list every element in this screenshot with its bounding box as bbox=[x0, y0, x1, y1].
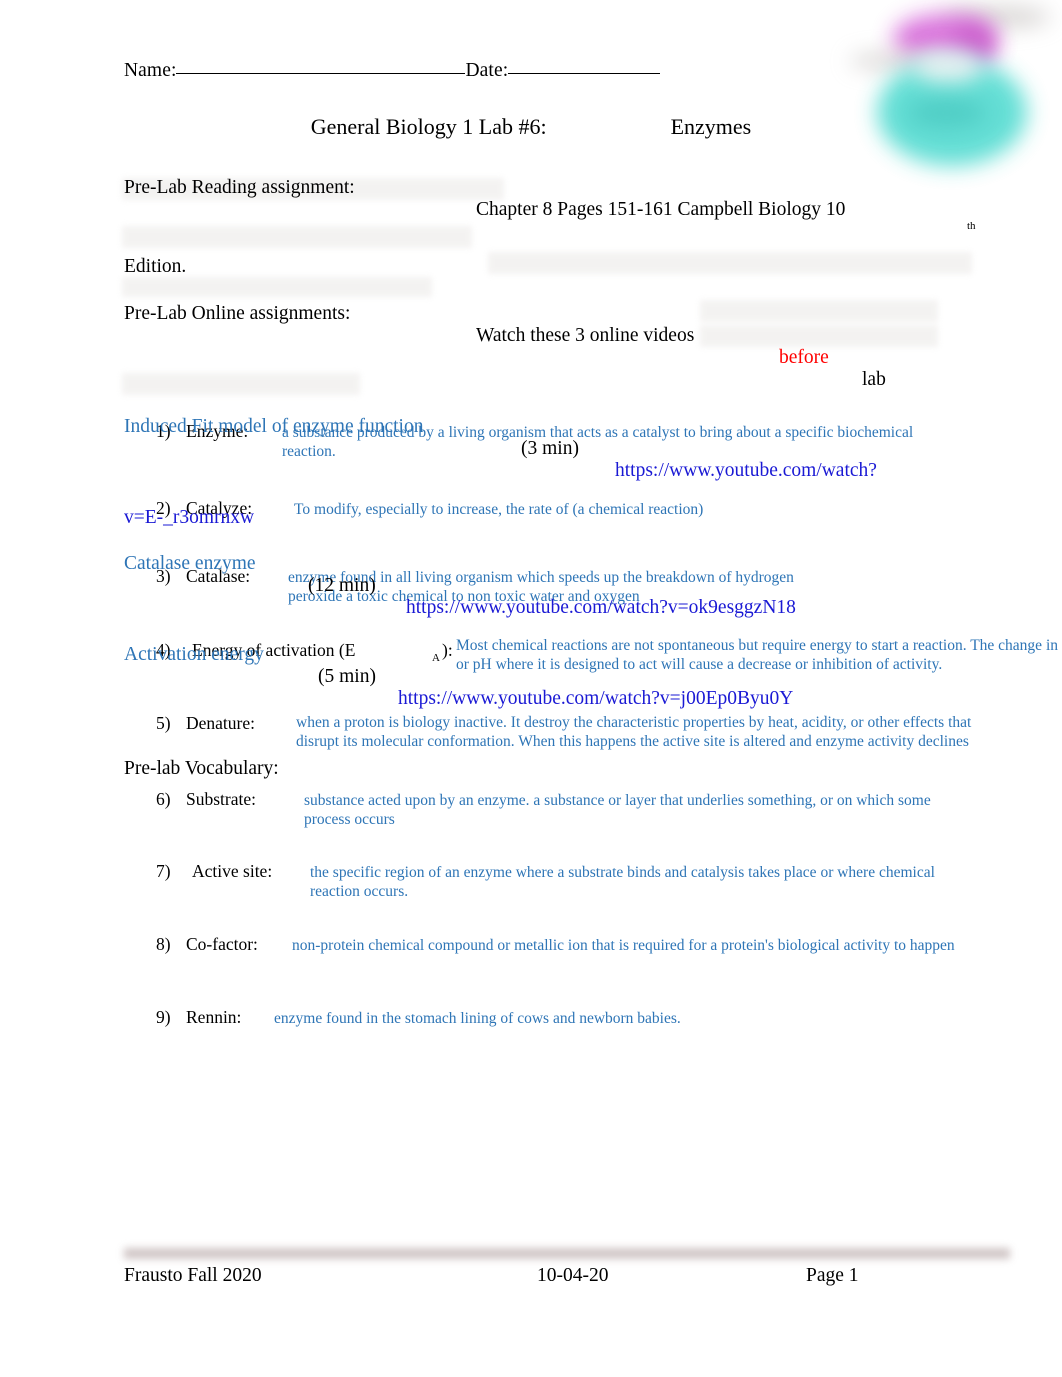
vocab-answer-7[interactable]: the specific region of an enzyme where a… bbox=[310, 863, 950, 901]
vocab-number-6: 6) bbox=[156, 789, 171, 809]
video-duration-2: (12 min) bbox=[308, 575, 376, 596]
vocab-answer-5[interactable]: when a proton is biology inactive. It de… bbox=[296, 713, 986, 751]
prelab-before-emphasis: before bbox=[779, 347, 829, 368]
prelab-reading-label: Pre-Lab Reading assignment: bbox=[124, 177, 355, 198]
video-duration-3: (5 min) bbox=[318, 666, 376, 687]
prelab-reading-edition: Edition. bbox=[124, 256, 187, 277]
clipart-gray-smudge bbox=[941, 6, 1051, 28]
footer-author: Frausto Fall 2020 bbox=[124, 1265, 262, 1286]
name-blank-field[interactable] bbox=[176, 73, 466, 74]
video-url-3[interactable]: https://www.youtube.com/watch?v=j00Ep0By… bbox=[398, 688, 1062, 710]
vocab-term-7: Active site: bbox=[192, 861, 273, 881]
video-url-1[interactable]: https://www.youtube.com/watch? bbox=[615, 460, 1062, 482]
name-date-line: Name: Date: bbox=[124, 60, 661, 82]
prelab-lab-word: lab bbox=[862, 369, 886, 390]
video-url-2[interactable]: https://www.youtube.com/watch?v=ok9esggz… bbox=[406, 597, 1062, 619]
vocab-term-6: Substrate: bbox=[186, 789, 256, 809]
decorative-clipart-image bbox=[849, 0, 1060, 175]
date-blank-field[interactable] bbox=[508, 73, 661, 74]
date-label: Date: bbox=[465, 60, 509, 81]
footer-date: 10-04-20 bbox=[537, 1265, 609, 1286]
clipart-magenta-accent bbox=[951, 24, 995, 68]
vocab-number-7: 7) bbox=[156, 861, 171, 881]
page-title-topic: Enzymes bbox=[670, 114, 752, 139]
prelab-online-value: Watch these 3 online videos bbox=[476, 325, 695, 346]
name-label: Name: bbox=[124, 60, 177, 81]
video-link-title-1[interactable]: Induced Fit model of enzyme function bbox=[124, 416, 1062, 438]
vocab-number-5: 5) bbox=[156, 713, 171, 733]
vocab-answer-6[interactable]: substance acted upon by an enzyme. a sub… bbox=[304, 791, 934, 829]
vocab-term-5: Denature: bbox=[186, 713, 255, 733]
vocab-term-8: Co-factor: bbox=[186, 934, 258, 954]
vocab-number-9: 9) bbox=[156, 1007, 171, 1027]
document-page: Name: Date: General Biology 1 Lab #6: Enzy… bbox=[0, 0, 1062, 1377]
clipart-highlight bbox=[913, 48, 983, 84]
page-title-main: General Biology 1 Lab #6: bbox=[310, 114, 547, 139]
video-url-1-continued[interactable]: v=E-_r3omrnxw bbox=[124, 507, 1062, 529]
prelab-online-label: Pre-Lab Online assignments: bbox=[124, 303, 351, 324]
clipart-teal-shape bbox=[877, 58, 1027, 166]
clipart-gray-smudge-left bbox=[849, 52, 945, 70]
vocabulary-section-heading: Pre-lab Vocabulary: bbox=[124, 758, 279, 779]
page-title: General Biology 1 Lab #6: Enzymes bbox=[0, 114, 1062, 140]
vocab-answer-9[interactable]: enzyme found in the stomach lining of co… bbox=[274, 1009, 974, 1028]
footer-divider-band bbox=[124, 1248, 1010, 1259]
online-label-highlight bbox=[122, 226, 472, 248]
prelab-reading-superscript: th bbox=[967, 220, 976, 232]
vocab-heading-highlight bbox=[122, 373, 360, 395]
footer-page-number: Page 1 bbox=[806, 1265, 859, 1286]
video-duration-1: (3 min) bbox=[521, 438, 579, 459]
vocab-term-9: Rennin: bbox=[186, 1007, 242, 1027]
prelab-reading-value: Chapter 8 Pages 151-161 Campbell Biology… bbox=[476, 199, 846, 220]
vocab-answer-8[interactable]: non-protein chemical compound or metalli… bbox=[292, 936, 956, 955]
video-link-title-2[interactable]: Catalase enzyme bbox=[124, 553, 1062, 575]
video1-url2-highlight bbox=[122, 277, 432, 297]
vocab-number-8: 8) bbox=[156, 934, 171, 954]
clipart-magenta-shape bbox=[893, 14, 997, 62]
video-link-title-3[interactable]: Activation energy bbox=[124, 644, 1062, 666]
